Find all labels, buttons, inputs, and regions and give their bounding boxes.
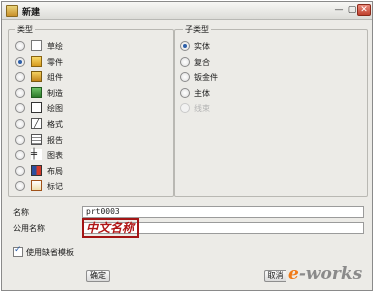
type-label: 格式 [47, 120, 63, 129]
subtype-group-title: 子类型 [183, 24, 211, 35]
subtype-label: 钣金件 [194, 73, 218, 83]
layout-icon [31, 164, 42, 176]
type-radio[interactable] [15, 56, 25, 67]
type-label: 绘图 [47, 104, 63, 114]
type-radio[interactable] [15, 103, 25, 114]
assembly-icon [31, 71, 42, 83]
subtype-radio[interactable] [180, 87, 190, 98]
annotation-text: 中文名称 [86, 221, 135, 235]
name-field[interactable]: prt0003 [82, 206, 364, 218]
app-icon [6, 5, 18, 17]
markup-icon [31, 180, 42, 192]
type-radio[interactable] [15, 165, 25, 176]
type-radio[interactable] [15, 72, 25, 83]
subtype-radio [180, 103, 190, 114]
use-default-template-label: 使用缺省模板 [26, 248, 74, 257]
subtype-radio[interactable] [180, 41, 190, 51]
eworks-watermark-logo: e-works [288, 264, 363, 284]
format-icon: ╱ [31, 118, 42, 129]
report-icon [31, 133, 42, 145]
type-radio[interactable] [15, 41, 25, 51]
minimize-icon[interactable]: — [332, 4, 346, 16]
close-button[interactable]: ✕ [357, 4, 371, 16]
subtype-label: 主体 [194, 88, 210, 98]
new-file-dialog: 新建 — ▢ ✕ 类型 草绘零件组件制造绘图 ╱ 格式报告 ╪ 图表布局标记 子类型 实… [1, 1, 373, 291]
subtype-label: 复合 [194, 57, 210, 67]
type-label: 标记 [47, 182, 63, 192]
cancel-button[interactable]: 取消 [264, 270, 286, 282]
type-radio[interactable] [15, 134, 25, 145]
diagram-icon: ╪ [31, 149, 42, 161]
type-radio[interactable] [15, 119, 25, 129]
type-label: 组件 [47, 73, 63, 83]
manufacturing-icon [31, 86, 42, 98]
subtype-label: 线束 [194, 104, 210, 114]
type-radio[interactable] [15, 150, 25, 161]
title-bar: 新建 — ▢ ✕ [2, 2, 372, 20]
use-default-template-checkbox[interactable]: ✓ [13, 245, 23, 257]
type-label: 草绘 [47, 42, 63, 51]
subtype-group: 子类型 实体复合钣金件主体线束 [174, 24, 368, 197]
type-label: 图表 [47, 151, 63, 161]
type-label: 报告 [47, 135, 63, 145]
ok-button[interactable]: 确定 [86, 270, 110, 282]
type-radio[interactable] [15, 181, 25, 192]
drawing-icon [31, 102, 42, 114]
type-radio[interactable] [15, 87, 25, 98]
subtype-radio[interactable] [180, 56, 190, 67]
dialog-title: 新建 [22, 8, 41, 18]
check-icon: ✓ [14, 245, 22, 255]
type-group: 类型 草绘零件组件制造绘图 ╱ 格式报告 ╪ 图表布局标记 [8, 24, 174, 197]
name-label: 名称 [13, 208, 29, 217]
type-label: 制造 [47, 88, 63, 98]
type-label: 布局 [47, 166, 63, 176]
type-label: 零件 [47, 57, 63, 67]
subtype-label: 实体 [194, 42, 210, 51]
part-icon [31, 55, 42, 67]
common-name-label: 公用名称 [13, 224, 45, 233]
sketch-icon [31, 40, 42, 51]
subtype-radio[interactable] [180, 72, 190, 83]
type-group-title: 类型 [15, 24, 35, 35]
